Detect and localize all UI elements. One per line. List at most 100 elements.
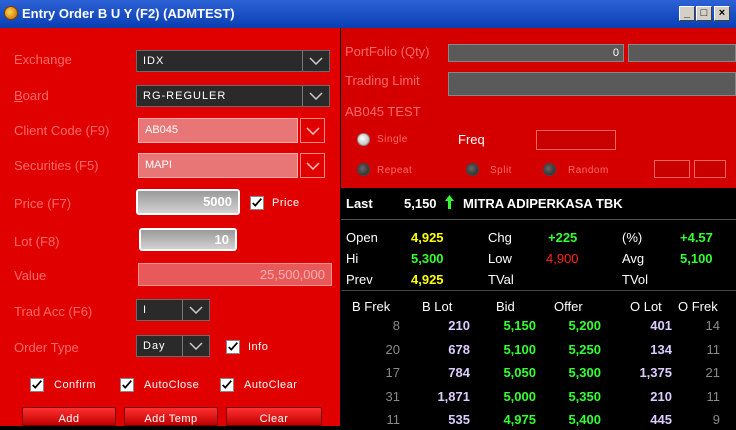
chevron-down-icon[interactable]: [300, 118, 325, 143]
price-input[interactable]: 5000: [136, 189, 240, 215]
confirm-checkbox[interactable]: [30, 378, 44, 392]
securities-field[interactable]: MAPI: [138, 153, 325, 178]
exchange-label: Exchange: [14, 52, 72, 67]
value-label: Value: [14, 268, 47, 283]
blot-header: B Lot: [422, 299, 453, 314]
random-label: Random: [568, 165, 609, 176]
chevron-down-icon[interactable]: [300, 153, 325, 178]
add-button[interactable]: Add: [22, 407, 116, 426]
portfolio-extra-field: [628, 44, 736, 62]
client-code-value: AB045: [145, 124, 179, 136]
tvol-label: TVol: [622, 272, 649, 287]
price-label: Price (F7): [14, 196, 72, 211]
order-type-label: Order Type: [14, 340, 79, 355]
chevron-down-icon[interactable]: [182, 336, 209, 356]
chevron-down-icon[interactable]: [302, 51, 329, 71]
bid-cell: 5,000: [503, 389, 536, 404]
olot-cell: 210: [650, 389, 672, 404]
olot-cell: 134: [650, 342, 672, 357]
prev-value: 4,925: [411, 272, 444, 287]
open-value: 4,925: [411, 230, 444, 245]
ofrek-cell: 21: [705, 365, 720, 380]
ofrek-cell: 11: [706, 342, 721, 357]
price-check-label: Price: [272, 197, 300, 209]
bfrek-cell: 8: [392, 318, 400, 333]
chevron-down-icon[interactable]: [182, 300, 209, 320]
chg-label: Chg: [488, 230, 512, 245]
bfrek-cell: 31: [385, 389, 400, 404]
ofrek-header: O Frek: [678, 299, 718, 314]
autoclear-label: AutoClear: [244, 379, 298, 391]
low-label: Low: [488, 251, 512, 266]
single-label: Single: [377, 134, 408, 145]
bid-cell: 4,975: [503, 412, 536, 427]
blot-cell: 210: [448, 318, 470, 333]
freq-label: Freq: [458, 132, 485, 147]
offer-cell: 5,400: [568, 412, 601, 427]
window-title: Entry Order B U Y (F2) (ADMTEST): [22, 6, 235, 21]
offer-cell: 5,350: [568, 389, 601, 404]
bid-cell: 5,050: [503, 365, 536, 380]
client-name: AB045 TEST: [345, 104, 421, 119]
bid-header: Bid: [496, 299, 515, 314]
offer-cell: 5,250: [568, 342, 601, 357]
repeat-label: Repeat: [377, 165, 413, 176]
avg-label: Avg: [622, 251, 645, 266]
random-radio[interactable]: [543, 163, 556, 176]
single-radio[interactable]: [357, 133, 370, 146]
chevron-down-icon[interactable]: [302, 86, 329, 106]
exchange-dropdown[interactable]: IDX: [136, 50, 330, 72]
last-label: Last: [346, 196, 373, 211]
random-max-input[interactable]: [694, 160, 726, 178]
security-name: MITRA ADIPERKASA TBK: [463, 196, 623, 211]
freq-input[interactable]: [536, 130, 616, 150]
client-code-field[interactable]: AB045: [138, 118, 325, 143]
bfrek-cell: 20: [385, 342, 400, 357]
bid-cell: 5,100: [503, 342, 536, 357]
board-value: RG-REGULER: [143, 90, 227, 102]
order-type-dropdown[interactable]: Day: [136, 335, 210, 357]
divider: [341, 290, 736, 291]
trading-limit-label: Trading Limit: [345, 73, 420, 88]
autoclear-checkbox[interactable]: [220, 378, 234, 392]
ofrek-cell: 9: [712, 412, 720, 427]
info-checkbox[interactable]: [226, 340, 240, 354]
close-button[interactable]: ×: [714, 6, 730, 21]
olot-cell: 401: [650, 318, 672, 333]
repeat-radio[interactable]: [357, 163, 370, 176]
minimize-button[interactable]: _: [679, 6, 695, 21]
add-temp-button[interactable]: Add Temp: [124, 407, 218, 426]
olot-cell: 445: [650, 412, 672, 427]
blot-cell: 535: [448, 412, 470, 427]
portfolio-label: PortFolio (Qty): [345, 44, 430, 59]
up-arrow-icon: [445, 195, 454, 214]
bfrek-header: B Frek: [352, 299, 391, 314]
blot-cell: 784: [448, 365, 470, 380]
clear-button[interactable]: Clear: [226, 407, 322, 426]
price-checkbox[interactable]: [250, 196, 264, 210]
confirm-label: Confirm: [54, 379, 97, 391]
lot-input[interactable]: 10: [139, 228, 237, 251]
olot-header: O Lot: [630, 299, 662, 314]
autoclose-label: AutoClose: [144, 379, 200, 391]
app-icon: [4, 6, 18, 20]
ofrek-cell: 14: [705, 318, 720, 333]
low-value: 4,900: [546, 251, 579, 266]
maximize-button[interactable]: □: [696, 6, 712, 21]
securities-label: Securities (F5): [14, 158, 99, 173]
value-display: 25,500,000: [138, 263, 332, 286]
trad-acc-dropdown[interactable]: I: [136, 299, 210, 321]
portfolio-qty: 0: [448, 44, 624, 62]
offer-cell: 5,200: [568, 318, 601, 333]
random-min-input[interactable]: [654, 160, 690, 178]
info-check-label: Info: [248, 341, 269, 353]
split-label: Split: [490, 165, 512, 176]
split-radio[interactable]: [466, 163, 479, 176]
pct-value: +4.57: [680, 230, 713, 245]
order-type-value: Day: [143, 340, 166, 352]
board-dropdown[interactable]: RG-REGULER: [136, 85, 330, 107]
exchange-value: IDX: [143, 55, 165, 67]
chg-value: +225: [548, 230, 578, 245]
offer-cell: 5,300: [568, 365, 601, 380]
autoclose-checkbox[interactable]: [120, 378, 134, 392]
